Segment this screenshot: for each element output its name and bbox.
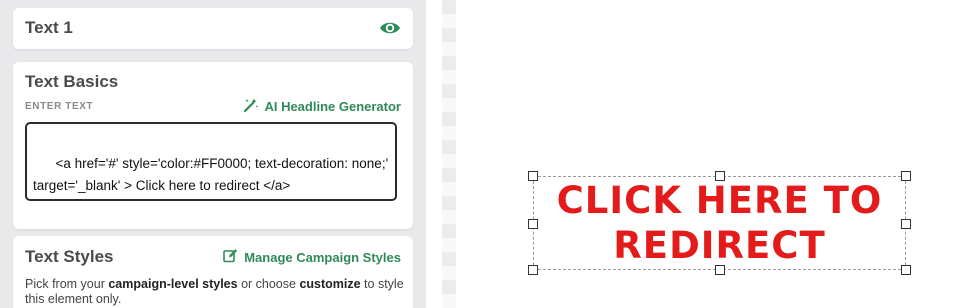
manage-campaign-styles-link[interactable]: Manage Campaign Styles bbox=[223, 248, 401, 266]
resize-grip-icon[interactable] bbox=[384, 188, 393, 197]
magic-wand-icon bbox=[243, 98, 259, 115]
edit-icon bbox=[223, 248, 238, 266]
text-input[interactable]: <a href='#' style='color:#FF0000; text-d… bbox=[25, 122, 397, 201]
panel-divider bbox=[442, 0, 456, 308]
enter-text-label: ENTER TEXT bbox=[25, 101, 94, 112]
text-styles-description: Pick from your campaign-level styles or … bbox=[25, 277, 404, 306]
layer-header-card: Text 1 bbox=[13, 8, 413, 49]
text-basics-title: Text Basics bbox=[25, 72, 119, 91]
text-input-value: <a href='#' style='color:#FF0000; text-d… bbox=[33, 156, 392, 193]
text-styles-card: Text Styles Manage Campaign Styles Pick … bbox=[13, 236, 413, 308]
eye-icon[interactable] bbox=[379, 18, 401, 38]
ai-headline-generator-link[interactable]: AI Headline Generator bbox=[243, 98, 401, 115]
ai-headline-generator-label: AI Headline Generator bbox=[264, 99, 401, 114]
layer-title: Text 1 bbox=[25, 18, 73, 37]
redirect-link[interactable]: Click here to redirect bbox=[533, 176, 906, 270]
properties-panel: Text 1 Text Basics ENTER TEXT AI Headlin… bbox=[0, 0, 426, 308]
manage-campaign-styles-label: Manage Campaign Styles bbox=[244, 249, 401, 265]
text-styles-title: Text Styles bbox=[25, 247, 114, 266]
text-basics-card: Text Basics ENTER TEXT AI Headline Gener… bbox=[13, 62, 413, 229]
